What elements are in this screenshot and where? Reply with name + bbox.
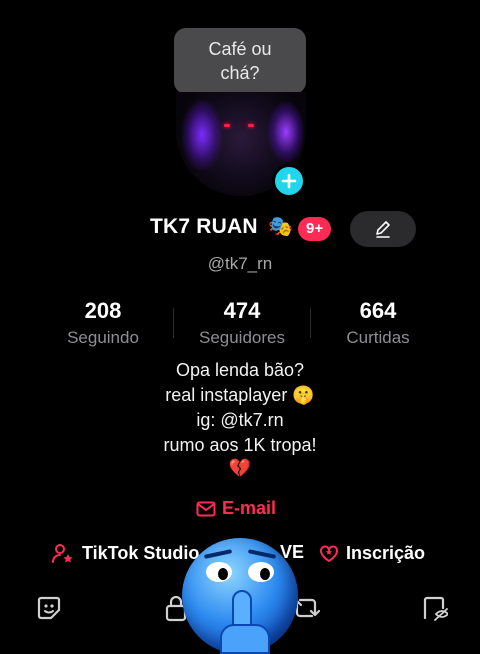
tiktok-studio-label: TikTok Studio xyxy=(82,542,200,563)
email-label: E-mail xyxy=(222,498,277,518)
liked-hidden-icon xyxy=(423,596,448,621)
note-line-2: chá? xyxy=(220,63,260,83)
email-button[interactable]: E-mail xyxy=(196,498,276,519)
sticker-eye-left xyxy=(206,562,232,582)
pencil-icon xyxy=(376,221,390,238)
broken-heart-emoji: 💔 xyxy=(228,458,252,478)
stat-following-label: Seguindo xyxy=(67,328,139,347)
sticker-eye-right xyxy=(248,562,274,582)
note-line-1: Café ou xyxy=(208,39,272,59)
tab-posts[interactable] xyxy=(33,592,65,624)
sticker-pupil xyxy=(260,568,270,580)
stat-likes[interactable]: 664 Curtidas xyxy=(298,298,458,348)
bio-line: rumo aos 1K tropa! xyxy=(163,435,317,455)
add-story-button[interactable] xyxy=(272,164,306,198)
avatar-glow-left xyxy=(182,100,222,170)
stat-likes-value: 664 xyxy=(359,298,397,323)
tiktok-studio-link[interactable]: TikTok Studio xyxy=(52,542,199,564)
plus-icon xyxy=(281,173,297,189)
bio-line: ig: @tk7.rn xyxy=(196,410,284,430)
profile-name: TK7 RUAN xyxy=(150,215,258,238)
avatar-glow-right xyxy=(268,102,304,162)
avatar-eye-right xyxy=(248,124,254,127)
edit-profile-button[interactable] xyxy=(350,211,416,247)
stat-following-value: 208 xyxy=(84,298,122,323)
envelope-icon xyxy=(196,501,216,516)
tab-liked[interactable] xyxy=(418,592,450,624)
heart-star-icon xyxy=(320,545,338,562)
note-bubble[interactable]: Café ou chá? xyxy=(174,28,306,94)
sticker-brow-right xyxy=(247,549,277,559)
inscricao-link[interactable]: Inscrição xyxy=(318,542,425,564)
shushing-face-sticker xyxy=(182,538,298,654)
mask-emoji: 🎭 xyxy=(268,216,293,238)
sticker-brow-left xyxy=(203,549,233,559)
grid-sticker-icon xyxy=(37,596,61,620)
profile-handle: @tk7_rn xyxy=(207,254,273,273)
avatar-eye-left xyxy=(224,124,230,127)
stat-likes-label: Curtidas xyxy=(346,328,410,347)
stat-following[interactable]: 208 Seguindo xyxy=(23,298,183,348)
sticker-hand xyxy=(220,624,270,654)
sticker-pupil xyxy=(218,568,228,580)
person-star-icon xyxy=(52,544,73,563)
bio-line: real instaplayer 🤫 xyxy=(165,385,315,405)
bio-line: Opa lenda bão? xyxy=(175,360,305,380)
profile-bio: Opa lenda bão? real instaplayer 🤫 ig: @t… xyxy=(0,358,480,458)
inscricao-label: Inscrição xyxy=(346,542,426,563)
notification-badge[interactable]: 9+ xyxy=(298,217,332,241)
